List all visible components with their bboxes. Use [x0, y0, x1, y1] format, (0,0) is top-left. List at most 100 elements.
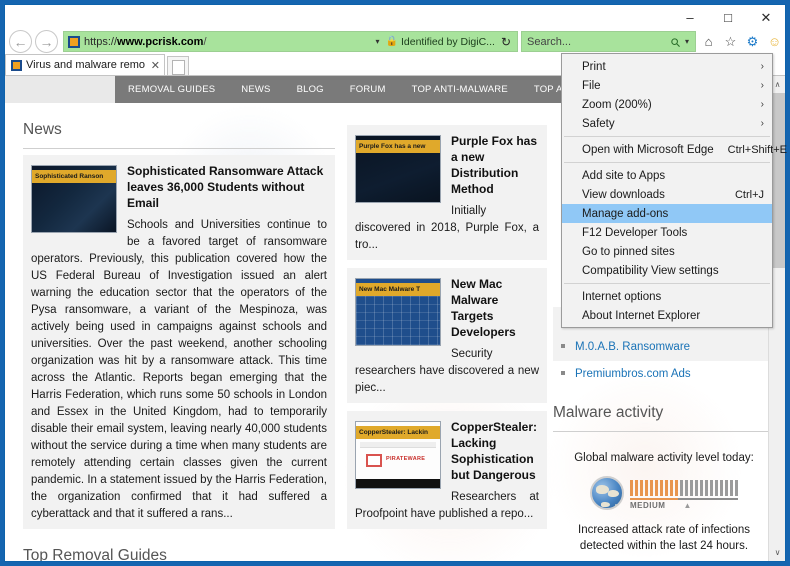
gauge-fill	[630, 498, 678, 500]
menu-item-label: View downloads	[582, 189, 721, 201]
window-inner-frame: – □ ✕ ← → https://www.pcrisk.com/ ▾ 🔒 Id…	[4, 4, 786, 562]
article-thumbnail[interactable]: Purple Fox has a new	[355, 135, 441, 203]
article-card-purple-fox[interactable]: Purple Fox has a new Purple Fox has a ne…	[347, 125, 547, 260]
address-bar[interactable]: https://www.pcrisk.com/ ▾ 🔒 Identified b…	[63, 31, 518, 52]
gauge-bar	[705, 480, 708, 496]
favorites-star-icon[interactable]: ☆	[722, 33, 739, 50]
scroll-down-icon[interactable]: ∨	[769, 544, 785, 561]
home-icon[interactable]: ⌂	[700, 33, 717, 50]
address-dropdown-icon[interactable]: ▾	[370, 37, 386, 46]
menu-separator	[564, 136, 770, 137]
gauge-bar	[670, 480, 673, 496]
gauge-bar	[665, 480, 668, 496]
menu-item-safety[interactable]: Safety›	[562, 114, 772, 133]
menu-item-label: Compatibility View settings	[582, 265, 764, 277]
thumbnail-monitor-shape	[366, 454, 382, 467]
new-tab-button[interactable]	[167, 56, 189, 75]
malware-activity-gauge: MEDIUM ▲	[557, 476, 768, 510]
menu-item-add-site-to-apps[interactable]: Add site to Apps	[562, 166, 772, 185]
news-column: News Sophisticated Ranson Sophisticated …	[23, 103, 335, 561]
sidebar-link-item[interactable]: Premiumbros.com Ads	[553, 361, 768, 388]
sidebar-link-item[interactable]: M.0.A.B. Ransomware	[553, 334, 768, 361]
menu-item-label: Zoom (200%)	[582, 99, 761, 111]
menu-item-manage-add-ons[interactable]: Manage add-ons	[562, 204, 772, 223]
article-excerpt: Security researchers have discovered a n…	[355, 346, 539, 397]
article-thumbnail[interactable]: CopperStealer: Lackin PIRATEWARE	[355, 421, 441, 489]
thumbnail-warning-text: PIRATEWARE	[386, 456, 425, 462]
search-box[interactable]: Search... ⚲ ▾	[521, 31, 696, 52]
menu-separator	[564, 162, 770, 163]
menu-item-open-with-microsoft-edge[interactable]: Open with Microsoft EdgeCtrl+Shift+E	[562, 140, 772, 159]
menu-item-about-internet-explorer[interactable]: About Internet Explorer	[562, 306, 772, 325]
menu-item-f12-developer-tools[interactable]: F12 Developer Tools	[562, 223, 772, 242]
malware-activity-lead: Global malware activity level today:	[557, 452, 768, 464]
back-icon[interactable]: ←	[9, 30, 32, 53]
settings-dropdown-menu[interactable]: Print›File›Zoom (200%)›Safety›Open with …	[561, 53, 773, 328]
site-favicon-icon	[68, 36, 80, 48]
article-excerpt: Schools and Universities continue to be …	[31, 217, 327, 523]
nav-item-forum[interactable]: FORUM	[337, 84, 399, 95]
gauge-bar	[735, 480, 738, 496]
maximize-button[interactable]: □	[709, 5, 747, 29]
malware-activity-footer: Increased attack rate of infections dete…	[557, 522, 768, 554]
article-thumbnail[interactable]: New Mac Malware T	[355, 278, 441, 346]
nav-item-removal-guides[interactable]: REMOVAL GUIDES	[115, 84, 228, 95]
gauge-bar	[715, 480, 718, 496]
title-bar: – □ ✕	[5, 5, 785, 29]
menu-item-view-downloads[interactable]: View downloadsCtrl+J	[562, 185, 772, 204]
close-button[interactable]: ✕	[747, 5, 785, 29]
certificate-label[interactable]: Identified by DigiC...	[401, 36, 495, 48]
article-card-featured[interactable]: Sophisticated Ranson Sophisticated Ranso…	[23, 155, 335, 529]
submenu-arrow-icon: ›	[761, 61, 764, 72]
gauge-bar	[630, 480, 633, 496]
minimize-button[interactable]: –	[671, 5, 709, 29]
submenu-arrow-icon: ›	[761, 80, 764, 91]
article-excerpt: Researchers at Proofpoint have published…	[355, 489, 539, 523]
article-card-copperstealer[interactable]: CopperStealer: Lackin PIRATEWARE CopperS…	[347, 411, 547, 529]
article-card-mac-malware[interactable]: New Mac Malware T New Mac Malware Target…	[347, 268, 547, 403]
menu-item-zoom-200[interactable]: Zoom (200%)›	[562, 95, 772, 114]
search-input[interactable]: Search...	[522, 36, 671, 48]
toolbar-icons: ⌂ ☆ ⚙ ☺	[700, 33, 783, 50]
address-url: https://www.pcrisk.com/	[84, 36, 370, 48]
gauge-baseline	[630, 498, 738, 500]
thumbnail-footer-shape	[356, 479, 440, 488]
gauge-level-label: MEDIUM	[630, 501, 665, 510]
gauge-bar	[720, 480, 723, 496]
gauge-bars	[630, 480, 738, 496]
gauge-bar	[655, 480, 658, 496]
submenu-arrow-icon: ›	[761, 118, 764, 129]
tab-favicon-icon	[11, 60, 22, 71]
article-thumbnail-caption: Purple Fox has a new	[356, 140, 440, 153]
navigation-bar: ← → https://www.pcrisk.com/ ▾ 🔒 Identifi…	[5, 29, 785, 54]
menu-item-file[interactable]: File›	[562, 76, 772, 95]
refresh-icon[interactable]: ↻	[495, 35, 517, 49]
smiley-feedback-icon[interactable]: ☺	[766, 33, 783, 50]
url-host: www.pcrisk.com	[117, 36, 203, 48]
gauge-label-row: MEDIUM ▲	[630, 500, 738, 510]
nav-item-news[interactable]: NEWS	[228, 84, 283, 95]
menu-item-shortcut: Ctrl+J	[721, 189, 764, 201]
nav-item-top-anti-malware[interactable]: TOP ANTI-MALWARE	[399, 84, 521, 95]
settings-gear-icon[interactable]: ⚙	[744, 33, 761, 50]
top-removal-guides-heading: Top Removal Guides	[23, 547, 335, 561]
tab-close-icon[interactable]: ✕	[151, 59, 160, 72]
menu-item-internet-options[interactable]: Internet options	[562, 287, 772, 306]
menu-item-compatibility-view-settings[interactable]: Compatibility View settings	[562, 261, 772, 280]
menu-item-label: Open with Microsoft Edge	[582, 144, 714, 156]
menu-item-label: Manage add-ons	[582, 208, 764, 220]
forward-icon[interactable]: →	[35, 30, 58, 53]
article-thumbnail[interactable]: Sophisticated Ranson	[31, 165, 117, 233]
menu-item-label: About Internet Explorer	[582, 310, 764, 322]
nav-item-blog[interactable]: BLOG	[284, 84, 337, 95]
tab-virus-and-malware-removal[interactable]: Virus and malware removal i... ✕	[5, 54, 165, 75]
menu-separator	[564, 283, 770, 284]
url-separator: ://	[108, 36, 117, 48]
gauge-bar	[650, 480, 653, 496]
menu-item-go-to-pinned-sites[interactable]: Go to pinned sites	[562, 242, 772, 261]
gauge-meter: MEDIUM ▲	[630, 476, 738, 510]
gauge-bar	[710, 480, 713, 496]
site-logo-area	[5, 76, 115, 103]
menu-item-label: Internet options	[582, 291, 764, 303]
menu-item-print[interactable]: Print›	[562, 57, 772, 76]
